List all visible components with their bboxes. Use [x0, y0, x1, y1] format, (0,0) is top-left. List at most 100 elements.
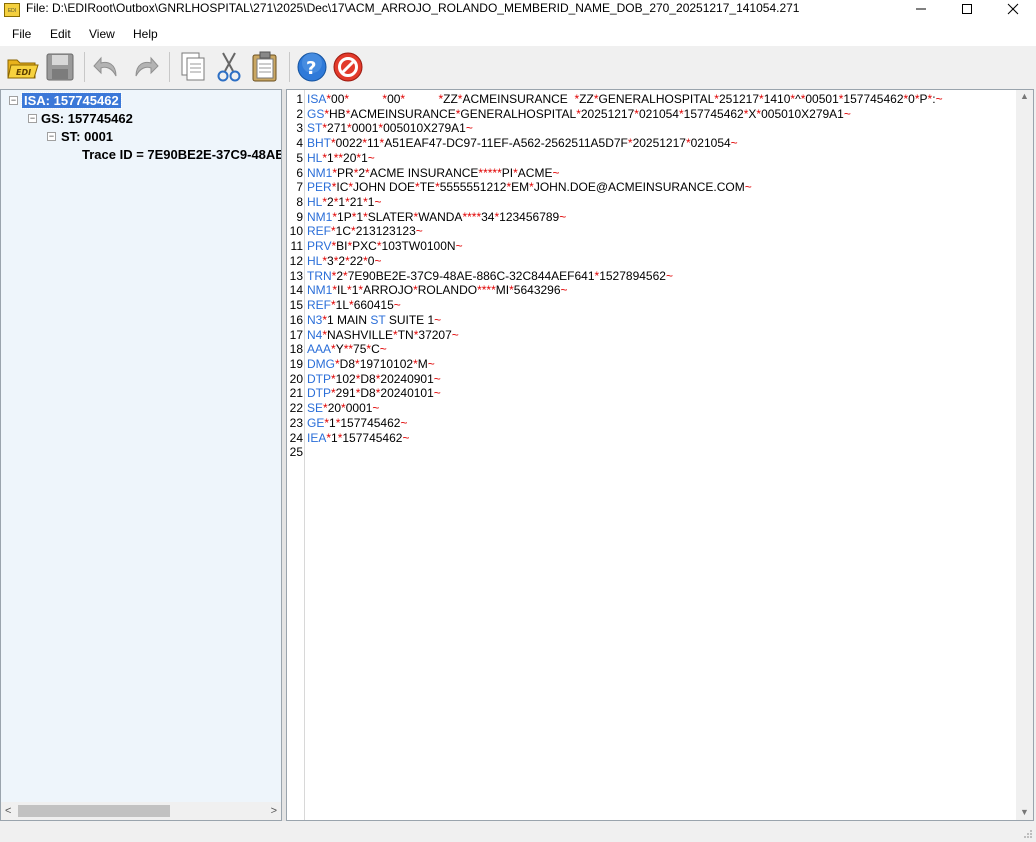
scroll-down-icon[interactable]: ▼: [1020, 807, 1029, 817]
element-value: 123456789: [499, 209, 560, 224]
code-line[interactable]: IEA*1*157745462~: [307, 431, 409, 446]
scroll-up-icon[interactable]: ▲: [1020, 91, 1029, 101]
undo-button[interactable]: [90, 49, 124, 85]
copy-button[interactable]: [176, 49, 210, 85]
stop-button[interactable]: [331, 49, 365, 85]
segment-id: ST: [370, 312, 386, 327]
code-line[interactable]: NM1*1P*1*SLATER*WANDA****34*123456789~: [307, 210, 566, 225]
tree-expander-st[interactable]: −: [47, 132, 56, 141]
line-number: 22: [289, 401, 303, 416]
code-line[interactable]: N4*NASHVILLE*TN*37207~: [307, 328, 459, 343]
code-line[interactable]: HL*1**20*1~: [307, 151, 375, 166]
code-line[interactable]: DMG*D8*19710102*M~: [307, 357, 435, 372]
element-value: SUITE 1: [385, 312, 435, 327]
segment-id: BHT: [307, 136, 331, 151]
element-value: 1P: [337, 209, 352, 224]
code-line[interactable]: GE*1*157745462~: [307, 416, 407, 431]
segment-id: NM1: [307, 165, 333, 180]
edi-text-editor[interactable]: 1 2 3 4 5 6 7 8 9 10 11 12 13 14 15 16 17 18 19 20 21 22 23 24 2…: [286, 89, 1034, 821]
line-number: 13: [289, 268, 303, 283]
line-number: 14: [289, 283, 303, 298]
element-value: 1: [327, 150, 334, 165]
code-line[interactable]: GS*HB*ACMEINSURANCE*GENERALHOSPITAL*2025…: [307, 107, 851, 122]
code-line[interactable]: REF*1C*213123123~: [307, 224, 423, 239]
element-value: 1: [331, 430, 338, 445]
code-line[interactable]: TRN*2*7E90BE2E-37C9-48AE-886C-32C844AEF6…: [307, 269, 673, 284]
editor-vertical-scrollbar[interactable]: ▲ ▼: [1016, 90, 1033, 820]
code-line[interactable]: REF*1L*660415~: [307, 298, 401, 313]
code-line[interactable]: NM1*PR*2*ACME INSURANCE*****PI*ACME~: [307, 166, 559, 181]
tree-node-trace-id[interactable]: Trace ID = 7E90BE2E-37C9-48AE-886C-32C84…: [82, 146, 281, 163]
gutter-divider: [304, 90, 305, 820]
code-line[interactable]: BHT*0022*11*A51EAF47-DC97-11EF-A562-2562…: [307, 136, 738, 151]
element-value: ACMEINSURANCE: [462, 92, 575, 106]
element-value: 2: [327, 195, 334, 210]
tree-horizontal-scrollbar[interactable]: < >: [1, 802, 281, 820]
tree-node-isa[interactable]: ISA: 157745462: [21, 92, 122, 109]
element-value: 34: [481, 209, 495, 224]
element-value: 3: [327, 253, 334, 268]
element-value: ACME: [517, 165, 553, 180]
redo-icon: [135, 56, 159, 77]
code-line[interactable]: HL*3*2*22*0~: [307, 254, 381, 269]
line-number: 4: [296, 136, 303, 151]
segment-id: DTP: [307, 386, 331, 401]
element-value: 021054: [690, 136, 731, 151]
code-line[interactable]: PER*IC*JOHN DOE*TE*5555551212*EM*JOHN.DO…: [307, 180, 752, 195]
menu-file[interactable]: File: [5, 22, 38, 46]
element-value: 37207: [418, 327, 452, 342]
code-line[interactable]: DTP*291*D8*20240101~: [307, 386, 441, 401]
separator: ~: [374, 195, 382, 210]
code-line[interactable]: SE*20*0001~: [307, 401, 379, 416]
redo-button[interactable]: [128, 49, 162, 85]
tree-expander-isa[interactable]: −: [9, 96, 18, 105]
line-number: 17: [289, 327, 303, 342]
resize-grip-icon[interactable]: [1023, 829, 1033, 839]
code-line[interactable]: DTP*102*D8*20240901~: [307, 372, 441, 387]
cut-button[interactable]: [212, 49, 246, 85]
element-value: P: [919, 92, 928, 106]
save-button[interactable]: [43, 49, 77, 85]
menu-edit[interactable]: Edit: [43, 22, 78, 46]
paste-button[interactable]: [248, 49, 282, 85]
element-value: PR: [337, 165, 354, 180]
element-value: A51EAF47-DC97-11EF-A562-2562511A5D7F: [384, 136, 628, 151]
scroll-right-icon[interactable]: >: [271, 805, 277, 817]
line-number: 20: [289, 371, 303, 386]
line-number: 21: [289, 386, 303, 401]
tree-node-gs[interactable]: GS: 157745462: [41, 110, 133, 127]
code-line[interactable]: ST*271*0001*005010X279A1~: [307, 121, 473, 136]
element-value: 75: [353, 342, 367, 357]
close-button[interactable]: [990, 0, 1036, 18]
code-line[interactable]: NM1*IL*1*ARROJO*ROLANDO****MI*5643296~: [307, 283, 568, 298]
toolbar-separator: [169, 52, 170, 82]
code-line[interactable]: HL*2*1*21*1~: [307, 195, 381, 210]
svg-text:?: ?: [306, 58, 316, 79]
scroll-thumb[interactable]: [18, 805, 170, 817]
segment-id: ST: [307, 121, 323, 136]
maximize-button[interactable]: [944, 0, 990, 18]
element-value: 157745462: [342, 430, 403, 445]
line-number-gutter: 1 2 3 4 5 6 7 8 9 10 11 12 13 14 15 16 17 18 19 20 21 22 23 24 2…: [287, 90, 304, 820]
minimize-button[interactable]: [898, 0, 944, 18]
separator: ~: [935, 92, 943, 106]
code-line[interactable]: N3*1 MAIN ST SUITE 1~: [307, 313, 441, 328]
scroll-left-icon[interactable]: <: [5, 805, 11, 817]
separator: **: [333, 150, 344, 165]
open-edi-button[interactable]: EDI: [6, 49, 40, 85]
element-value: 7E90BE2E-37C9-48AE-886C-32C844AEF641: [347, 268, 595, 283]
line-number: 10: [289, 224, 303, 239]
tree-expander-gs[interactable]: −: [28, 114, 37, 123]
separator: ~: [367, 150, 375, 165]
menu-help[interactable]: Help: [126, 22, 165, 46]
element-value: 005010X279A1: [383, 121, 466, 136]
code-line[interactable]: PRV*BI*PXC*103TW0100N~: [307, 239, 463, 254]
copy-icon: [181, 52, 205, 81]
help-button[interactable]: ?: [295, 49, 329, 85]
separator: *****: [478, 165, 502, 180]
code-line[interactable]: AAA*Y**75*C~: [307, 342, 387, 357]
tree-node-st[interactable]: ST: 0001: [61, 128, 113, 145]
code-line[interactable]: ISA*00* *00* *ZZ*ACMEINSURANCE *ZZ*GENER…: [307, 92, 943, 107]
menu-view[interactable]: View: [82, 22, 122, 46]
element-value: D8: [339, 356, 356, 371]
